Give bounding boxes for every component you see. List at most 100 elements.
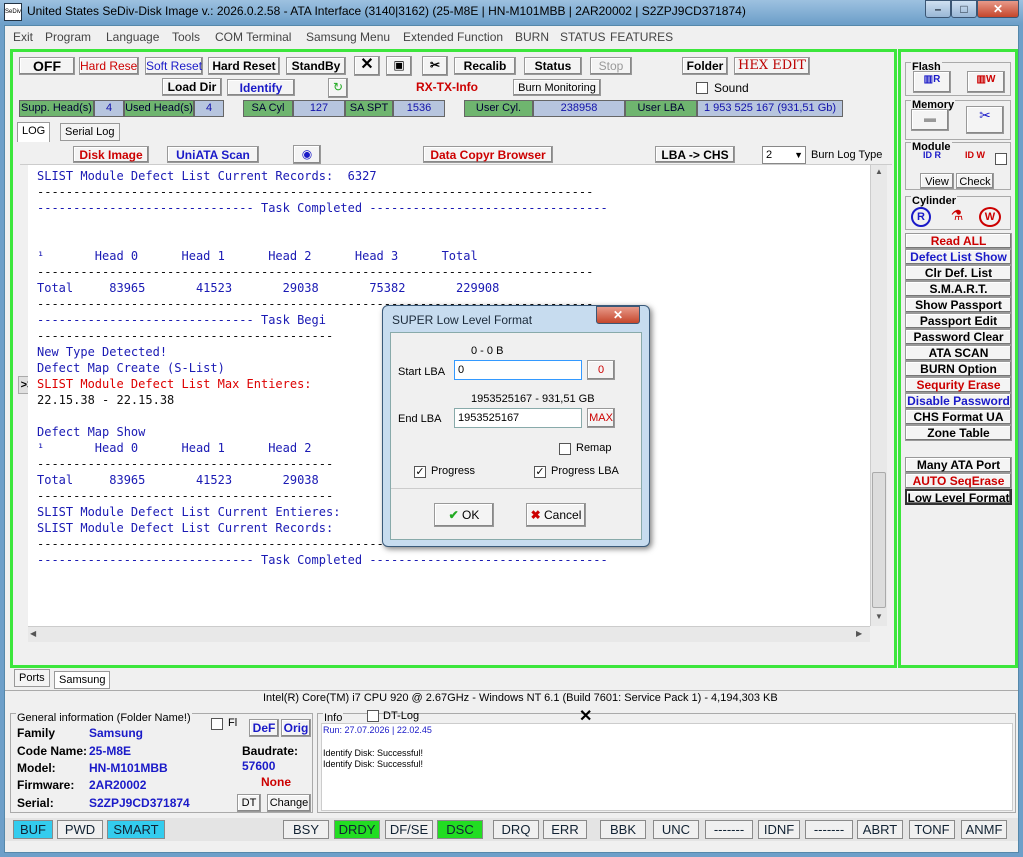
- sidebar-button-auto-seqerase[interactable]: AUTO SeqErase: [905, 473, 1012, 489]
- standby-button[interactable]: StandBy: [286, 57, 346, 75]
- scroll-thumb[interactable]: [872, 472, 886, 608]
- scroll-left-icon[interactable]: ◀: [30, 629, 36, 638]
- sidebar-button-password-clear[interactable]: Password Clear: [905, 329, 1012, 345]
- rx-tx-info-button[interactable]: RX-TX-Info: [409, 79, 485, 96]
- hex-edit-button[interactable]: HEX EDIT: [734, 57, 810, 75]
- log-hscrollbar[interactable]: ◀ ▶: [28, 626, 870, 642]
- disk-image-button[interactable]: Disk Image: [73, 146, 149, 163]
- sidebar-button-clr-def-list[interactable]: Clr Def. List: [905, 265, 1012, 281]
- flash-write-icon[interactable]: ▥W: [967, 71, 1005, 93]
- lba-chs-button[interactable]: LBA -> CHS: [655, 146, 735, 163]
- module-checkbox[interactable]: [995, 153, 1007, 165]
- sidebar-button-burn-option[interactable]: BURN Option: [905, 361, 1012, 377]
- maximize-button[interactable]: □: [951, 0, 977, 18]
- status-button[interactable]: Status: [524, 57, 582, 75]
- disk-scan-icon[interactable]: ◉: [293, 145, 321, 164]
- sound-checkbox[interactable]: [696, 82, 708, 94]
- module-read-icon[interactable]: ID R: [923, 150, 941, 160]
- data-copyr-browser-button[interactable]: Data Copyr Browser: [423, 146, 553, 163]
- minimize-button[interactable]: –: [925, 0, 951, 18]
- status-flag-pwd: PWD: [57, 820, 103, 839]
- identify-button[interactable]: Identify: [227, 79, 295, 96]
- sidebar-button-low-level-format[interactable]: Low Level Format: [905, 489, 1012, 505]
- info-line-1: Identify Disk: Successful!: [323, 748, 424, 758]
- uniata-scan-button[interactable]: UniATA Scan: [167, 146, 259, 163]
- ok-button[interactable]: ✔ OK: [434, 503, 494, 527]
- folder-button[interactable]: Folder: [682, 57, 728, 75]
- sidebar-button-sequrity-erase[interactable]: Sequrity Erase: [905, 377, 1012, 393]
- progress-lba-checkbox[interactable]: ✓: [534, 466, 546, 478]
- tab-samsung[interactable]: Samsung: [54, 671, 111, 689]
- tab-serial-log[interactable]: Serial Log: [60, 123, 120, 141]
- cylinder-flask-icon[interactable]: ⚗: [950, 207, 964, 227]
- refresh-icon[interactable]: ↻: [328, 78, 348, 98]
- sa-cyl-label: SA Cyl: [243, 100, 293, 117]
- menu-extended[interactable]: Extended Function: [403, 30, 503, 44]
- change-button[interactable]: Change: [267, 794, 311, 812]
- progress-checkbox[interactable]: ✓: [414, 466, 426, 478]
- menu-program[interactable]: Program: [45, 30, 91, 44]
- menu-language[interactable]: Language: [106, 30, 159, 44]
- sidebar-button-chs-format-ua[interactable]: CHS Format UA: [905, 409, 1012, 425]
- x-tool-icon[interactable]: ✕: [354, 56, 380, 76]
- save-icon[interactable]: ▣: [386, 56, 412, 76]
- burn-log-select[interactable]: 2 ▼: [762, 146, 806, 164]
- tab-ports[interactable]: Ports: [14, 669, 50, 687]
- sidebar-button-show-passport[interactable]: Show Passport: [905, 297, 1012, 313]
- sa-cyl-value: 127: [293, 100, 345, 117]
- chevron-down-icon: ▼: [794, 150, 803, 160]
- load-dir-button[interactable]: Load Dir: [162, 78, 222, 96]
- sidebar-button-zone-table[interactable]: Zone Table: [905, 425, 1012, 441]
- flash-read-icon[interactable]: ▥R: [913, 71, 951, 93]
- end-max-button[interactable]: MAX: [587, 408, 615, 428]
- menu-samsung[interactable]: Samsung Menu: [306, 30, 390, 44]
- log-scrollbar[interactable]: ▲ ▼: [870, 165, 887, 626]
- tab-log[interactable]: LOG: [17, 122, 51, 142]
- sidebar-button-many-ata-port[interactable]: Many ATA Port: [905, 457, 1012, 473]
- remap-checkbox[interactable]: [559, 443, 571, 455]
- cylinder-write-icon[interactable]: W: [979, 207, 1001, 227]
- dialog-title: SUPER Low Level Format: [392, 313, 533, 327]
- start-lba-input[interactable]: 0: [454, 360, 582, 380]
- sidebar-button-defect-list-show[interactable]: Defect List Show: [905, 249, 1012, 265]
- menu-features[interactable]: FEATURES: [610, 30, 673, 44]
- log-line: 22.15.38 - 22.15.38: [37, 393, 175, 407]
- start-zero-button[interactable]: 0: [587, 360, 615, 380]
- scroll-right-icon[interactable]: ▶: [856, 629, 862, 638]
- sidebar-button-read-all[interactable]: Read ALL: [905, 233, 1012, 249]
- memory-tool-icon[interactable]: ✂: [966, 106, 1004, 134]
- menu-exit[interactable]: Exit: [13, 30, 33, 44]
- def-button[interactable]: DeF: [249, 719, 279, 737]
- tools-icon[interactable]: ✂: [422, 56, 448, 76]
- sidebar-button-s-m-a-r-t[interactable]: S.M.A.R.T.: [905, 281, 1012, 297]
- scroll-up-icon[interactable]: ▲: [872, 167, 886, 179]
- sidebar-button-ata-scan[interactable]: ATA SCAN: [905, 345, 1012, 361]
- menu-com-terminal[interactable]: COM Terminal: [215, 30, 291, 44]
- menu-tools[interactable]: Tools: [172, 30, 200, 44]
- close-button[interactable]: ✕: [977, 0, 1019, 18]
- fl-checkbox[interactable]: [211, 718, 223, 730]
- soft-reset-button[interactable]: Soft Reset: [145, 57, 203, 75]
- menu-status[interactable]: STATUS: [560, 30, 606, 44]
- dt-log-checkbox[interactable]: [367, 710, 379, 722]
- sidebar-button-disable-password[interactable]: Disable Password: [905, 393, 1012, 409]
- stop-button[interactable]: Stop: [590, 57, 632, 75]
- off-button[interactable]: OFF: [19, 57, 75, 75]
- memory-read-icon[interactable]: ▬: [911, 109, 949, 131]
- orig-button[interactable]: Orig: [281, 719, 311, 737]
- dialog-close-icon[interactable]: ✕: [596, 306, 640, 324]
- hard-reset-button[interactable]: Hard Reset: [208, 57, 280, 75]
- sidebar-button-passport-edit[interactable]: Passport Edit: [905, 313, 1012, 329]
- cancel-button[interactable]: ✖ Cancel: [526, 503, 586, 527]
- module-write-icon[interactable]: ID W: [965, 150, 985, 160]
- end-lba-input[interactable]: 1953525167: [454, 408, 582, 428]
- cylinder-read-icon[interactable]: R: [911, 207, 931, 227]
- hard-reset-red-button[interactable]: Hard Reset: [79, 57, 139, 75]
- menu-burn[interactable]: BURN: [515, 30, 549, 44]
- module-check-button[interactable]: Check: [956, 173, 994, 189]
- scroll-down-icon[interactable]: ▼: [872, 612, 886, 624]
- recalib-button[interactable]: Recalib: [454, 57, 516, 75]
- module-view-button[interactable]: View: [920, 173, 954, 189]
- burn-monitoring-button[interactable]: Burn Monitoring: [513, 79, 601, 96]
- dt-button[interactable]: DT: [237, 794, 261, 812]
